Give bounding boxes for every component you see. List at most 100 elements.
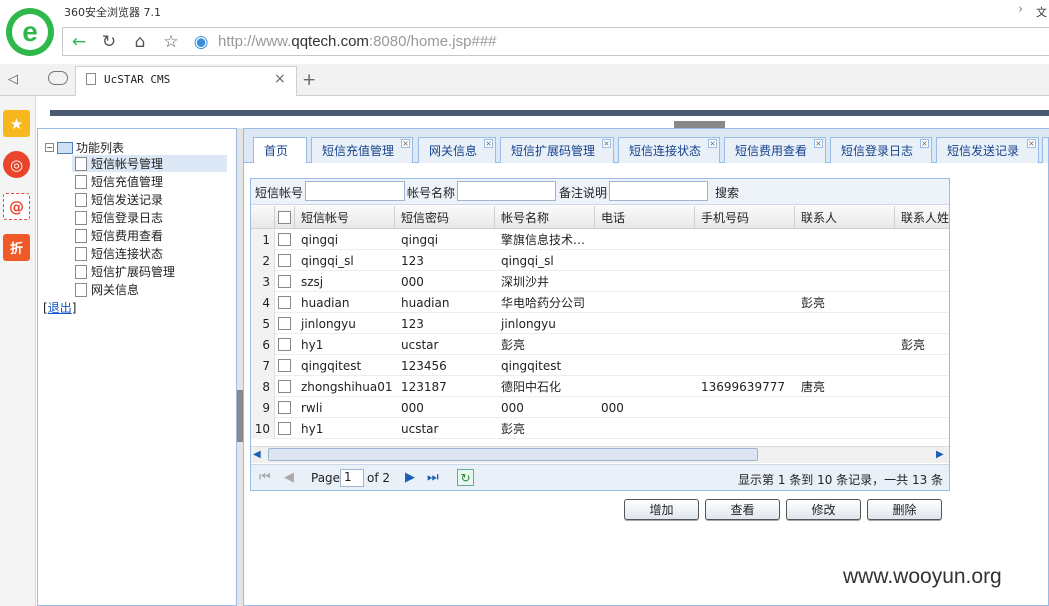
refresh-icon[interactable]: ↻ (98, 31, 120, 53)
add-button[interactable]: 增加 (624, 499, 699, 520)
new-tab-button[interactable]: + (302, 70, 316, 90)
column-header[interactable]: 短信帐号 (295, 206, 395, 229)
row-select[interactable] (278, 422, 291, 435)
prev-page-icon[interactable]: ◀ (284, 470, 294, 485)
back-icon[interactable]: ← (68, 31, 90, 53)
scroll-left-icon[interactable]: ◀ (253, 449, 261, 460)
table-cell (595, 271, 695, 292)
tab-close-icon[interactable]: × (708, 139, 717, 148)
row-select[interactable] (278, 338, 291, 351)
select-all-checkbox[interactable] (278, 211, 291, 224)
view-button[interactable]: 查看 (705, 499, 780, 520)
row-checkbox[interactable] (278, 254, 291, 267)
logout-link[interactable]: 退出 (48, 301, 72, 315)
row-checkbox[interactable] (278, 401, 291, 414)
row-checkbox[interactable] (278, 338, 291, 351)
tree-item-sms-recharge[interactable]: 短信充值管理 (75, 173, 230, 190)
last-page-icon[interactable]: ⏭ (427, 470, 439, 485)
row-checkbox[interactable] (278, 359, 291, 372)
favorites-star-icon[interactable]: ★ (3, 110, 30, 137)
sidebar-toggle-icon[interactable]: ◁ (8, 72, 18, 87)
discount-icon[interactable]: 折 (3, 234, 30, 261)
tab-home[interactable]: 首页 (253, 137, 307, 163)
search-button[interactable]: 搜索 (715, 184, 739, 201)
tree-item-sms-extension[interactable]: 短信扩展码管理 (75, 263, 230, 280)
tree-item-sms-send-log[interactable]: 短信发送记录 (75, 191, 230, 208)
tab-close-icon[interactable]: × (484, 139, 493, 148)
tab-close-icon[interactable]: × (274, 71, 286, 87)
tab-sms-connection[interactable]: 短信连接状态 × (618, 137, 720, 163)
tab-close-icon[interactable]: × (401, 139, 410, 148)
tab-close-icon[interactable]: × (814, 139, 823, 148)
table-cell (895, 271, 949, 292)
collapse-icon[interactable]: − (45, 143, 54, 152)
tree-root[interactable]: − 功能列表 (45, 139, 124, 156)
column-header[interactable]: 短信密码 (395, 206, 495, 229)
row-select[interactable] (278, 275, 291, 288)
row-checkbox[interactable] (278, 380, 291, 393)
row-select[interactable] (278, 317, 291, 330)
refresh-icon[interactable]: ↻ (457, 469, 474, 486)
chevron-right-icon[interactable]: › (1018, 2, 1023, 17)
delete-button[interactable]: 删除 (867, 499, 942, 520)
tree-item-sms-login-log[interactable]: 短信登录日志 (75, 209, 230, 226)
tab-label: 短信扩展码管理 (511, 144, 596, 158)
row-select[interactable] (278, 233, 291, 246)
row-checkbox[interactable] (278, 422, 291, 435)
tab-sms-fee[interactable]: 短信费用查看 × (724, 137, 826, 163)
row-checkbox[interactable] (278, 296, 291, 309)
column-header[interactable]: 帐号名称 (495, 206, 595, 229)
scroll-right-icon[interactable]: ▶ (936, 449, 944, 460)
cloud-icon[interactable] (48, 71, 68, 85)
e-logo-icon: e (12, 14, 48, 50)
tab-overflow[interactable] (1042, 137, 1049, 163)
edit-button[interactable]: 修改 (786, 499, 861, 520)
account-name-input[interactable] (457, 181, 556, 201)
table-cell (695, 292, 795, 313)
doc-icon (75, 156, 87, 171)
column-header[interactable]: 联系人姓 (895, 206, 949, 229)
home-icon[interactable]: ⌂ (129, 31, 151, 53)
tab-sms-extension[interactable]: 短信扩展码管理 × (500, 137, 614, 163)
tab-close-icon[interactable]: × (1027, 139, 1036, 148)
table-cell: 彭亮 (501, 422, 526, 436)
tree-item-sms-connection[interactable]: 短信连接状态 (75, 245, 230, 262)
header-select-all[interactable] (275, 206, 295, 229)
row-select[interactable] (278, 401, 291, 414)
mail-icon[interactable]: @ (3, 193, 30, 220)
row-checkbox[interactable] (278, 275, 291, 288)
header-rownum (251, 206, 275, 229)
first-page-icon[interactable]: ⏮ (259, 470, 271, 485)
row-checkbox[interactable] (278, 233, 291, 246)
next-page-icon[interactable]: ▶ (405, 470, 415, 485)
star-icon[interactable]: ☆ (160, 31, 182, 53)
tree-item-gateway[interactable]: 网关信息 (75, 281, 230, 298)
url-text[interactable]: http://www.qqtech.com:8080/home.jsp### (218, 33, 497, 50)
tree-item-sms-fee[interactable]: 短信费用查看 (75, 227, 230, 244)
tab-sms-recharge[interactable]: 短信充值管理 × (311, 137, 413, 163)
page-number-input[interactable]: 1 (340, 469, 364, 487)
column-header[interactable]: 手机号码 (695, 206, 795, 229)
row-select[interactable] (278, 359, 291, 372)
account-input[interactable] (305, 181, 405, 201)
table-cell: 123187 (401, 379, 447, 394)
column-header[interactable]: 电话 (595, 206, 695, 229)
browser-logo[interactable]: e (6, 8, 54, 56)
note-input[interactable] (609, 181, 708, 201)
column-header[interactable]: 联系人 (795, 206, 895, 229)
row-checkbox[interactable] (278, 317, 291, 330)
tree-item-sms-account[interactable]: 短信帐号管理 (72, 155, 227, 172)
table-cell (795, 229, 895, 250)
tab-sms-send-log[interactable]: 短信发送记录 × (936, 137, 1039, 163)
scrollbar-thumb[interactable] (268, 448, 758, 461)
row-select[interactable] (278, 380, 291, 393)
weibo-icon[interactable]: ◎ (3, 151, 30, 178)
header-scroll-thumb[interactable] (674, 121, 725, 128)
table-cell: 彭亮 (501, 338, 526, 352)
row-select[interactable] (278, 296, 291, 309)
tab-close-icon[interactable]: × (920, 139, 929, 148)
tab-gateway[interactable]: 网关信息 × (418, 137, 496, 163)
tab-close-icon[interactable]: × (602, 139, 611, 148)
row-select[interactable] (278, 254, 291, 267)
tab-sms-login-log[interactable]: 短信登录日志 × (830, 137, 932, 163)
